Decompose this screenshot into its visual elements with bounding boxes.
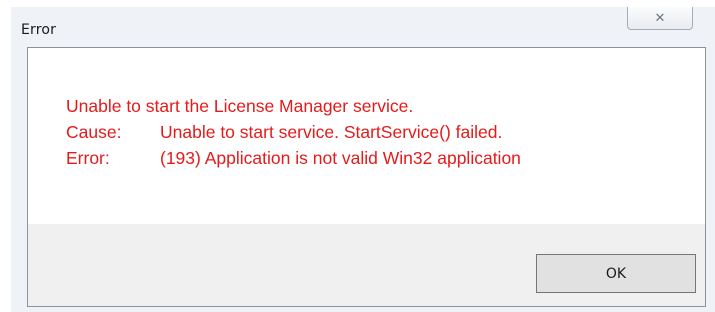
message-area: Unable to start the License Manager serv…: [28, 48, 705, 224]
dialog-body: Unable to start the License Manager serv…: [27, 47, 706, 307]
error-window: Error ✕ Unable to start the License Mana…: [11, 7, 715, 312]
window-title: Error: [21, 22, 57, 38]
cause-text: Unable to start service. StartService() …: [160, 122, 503, 142]
error-text: (193) Application is not valid Win32 app…: [160, 148, 521, 168]
message-cause: Cause: Unable to start service. StartServ…: [66, 122, 502, 143]
error-label: Error:: [66, 148, 110, 168]
title-bar: Error ✕: [11, 7, 715, 47]
message-error: Error: (193) Application is not valid Win…: [66, 148, 521, 169]
close-button[interactable]: ✕: [627, 7, 693, 30]
message-summary: Unable to start the License Manager serv…: [66, 96, 414, 116]
cause-label: Cause:: [66, 122, 122, 142]
close-icon: ✕: [654, 10, 666, 26]
ok-button[interactable]: OK: [536, 254, 696, 293]
